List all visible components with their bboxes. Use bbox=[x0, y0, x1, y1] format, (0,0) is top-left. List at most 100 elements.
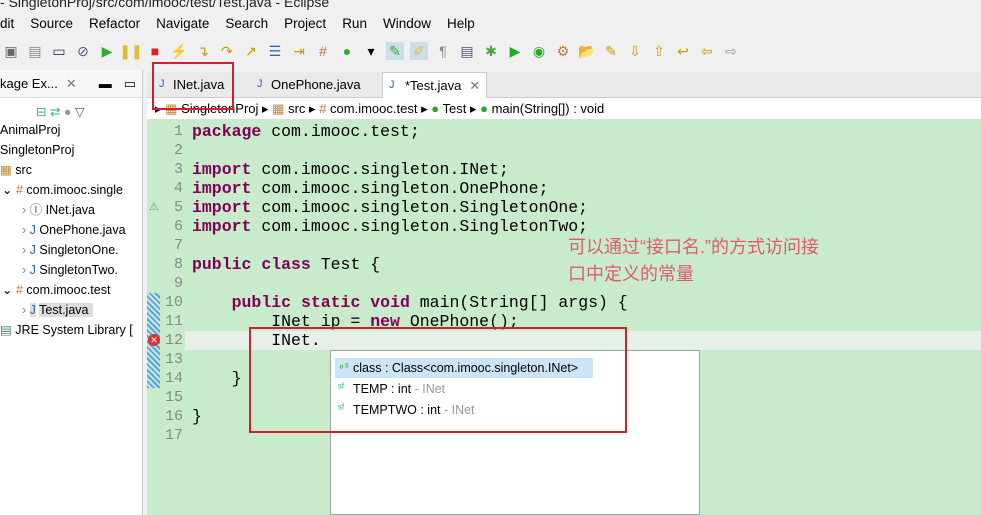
highlight-icon[interactable]: ✐ bbox=[410, 42, 428, 60]
dropdown-icon[interactable]: ▾ bbox=[362, 42, 380, 60]
step-over-icon[interactable]: ↷ bbox=[218, 42, 236, 60]
tree-item-jre[interactable]: ▤ JRE System Library [ bbox=[0, 320, 133, 340]
monitor-icon[interactable]: ▭ bbox=[50, 42, 68, 60]
external-tools-icon[interactable]: ⚙ bbox=[554, 42, 572, 60]
last-edit-icon[interactable]: ↩ bbox=[674, 42, 692, 60]
suspend-icon[interactable]: ❚❚ bbox=[119, 42, 142, 60]
disconnect-icon[interactable]: ⚡ bbox=[170, 42, 188, 60]
source-folder-icon: ▦ bbox=[272, 101, 285, 116]
close-tab-icon[interactable]: ✕ bbox=[469, 78, 480, 93]
line-number: 1 bbox=[173, 123, 183, 140]
menu-search[interactable]: Search bbox=[225, 16, 268, 34]
code-line: public class Test { bbox=[192, 255, 381, 274]
editor-tabs: J INet.java J OnePhone.java J *Test.java ✕ bbox=[147, 72, 981, 98]
chevron-down-icon[interactable]: ⌄ bbox=[2, 283, 12, 297]
line-number: 2 bbox=[173, 142, 183, 159]
tab-onephone[interactable]: J OnePhone.java bbox=[249, 72, 379, 98]
step-return-icon[interactable]: ↗ bbox=[242, 42, 260, 60]
debug-icon[interactable]: ✱ bbox=[482, 42, 500, 60]
back-icon[interactable]: ⇦ bbox=[698, 42, 716, 60]
menu-project[interactable]: Project bbox=[284, 16, 326, 34]
tree-item-package-singleton[interactable]: ⌄ # com.imooc.single bbox=[2, 180, 123, 200]
search-icon[interactable]: ✎ bbox=[602, 42, 620, 60]
line-number: 5 bbox=[173, 199, 183, 216]
chevron-right-icon[interactable]: › bbox=[22, 263, 26, 277]
tree-item-animalproj[interactable]: AnimalProj bbox=[0, 120, 60, 140]
resume-icon[interactable]: ▶ bbox=[98, 42, 116, 60]
breadcrumb-src[interactable]: src bbox=[288, 101, 305, 116]
java-file-icon: J bbox=[29, 223, 36, 237]
new-class-icon[interactable]: ● bbox=[338, 42, 356, 60]
tree-item-src[interactable]: ▦ src bbox=[0, 160, 32, 180]
chevron-right-icon[interactable]: › bbox=[22, 303, 26, 317]
tree-item-singletonone[interactable]: › J SingletonOne. bbox=[22, 240, 119, 260]
chevron-down-icon[interactable]: ⌄ bbox=[2, 183, 12, 197]
forward-icon[interactable]: ⇨ bbox=[722, 42, 740, 60]
package-explorer-header: kage Ex... ✕ ▬ ▭ bbox=[0, 70, 142, 98]
package-icon: # bbox=[15, 183, 23, 197]
tree-item-label: INet.java bbox=[45, 203, 95, 217]
code-line: } bbox=[192, 407, 202, 426]
save-icon[interactable]: ▣ bbox=[2, 42, 20, 60]
save-all-icon[interactable]: ▤ bbox=[26, 42, 44, 60]
tab-label: *Test.java bbox=[405, 78, 462, 93]
line-number: 11 bbox=[164, 313, 183, 330]
tree-item-package-test[interactable]: ⌄ # com.imooc.test bbox=[2, 280, 110, 300]
menu-navigate[interactable]: Navigate bbox=[156, 16, 209, 34]
package-explorer-title: kage Ex... bbox=[0, 76, 58, 91]
show-whitespace-icon[interactable]: ¶ bbox=[434, 42, 452, 60]
java-file-icon: J bbox=[29, 303, 36, 317]
tab-test[interactable]: J *Test.java ✕ bbox=[382, 72, 487, 98]
minimize-icon[interactable]: ▬ bbox=[99, 76, 112, 91]
chevron-right-icon[interactable]: › bbox=[22, 243, 26, 257]
highlight-box-inet-tab bbox=[152, 62, 234, 110]
terminate-icon[interactable]: ■ bbox=[146, 42, 164, 60]
menu-help[interactable]: Help bbox=[447, 16, 475, 34]
prev-annotation-icon[interactable]: ⇧ bbox=[650, 42, 668, 60]
code-line: import com.imooc.singleton.SingletonOne; bbox=[192, 198, 589, 217]
window-title: - SingletonProj/src/com/imooc/test/Test.… bbox=[0, 0, 330, 10]
tree-item-test[interactable]: › J Test.java bbox=[22, 300, 93, 320]
skip-breakpoints-icon[interactable]: ⊘ bbox=[74, 42, 92, 60]
step-into-icon[interactable]: ↴ bbox=[194, 42, 212, 60]
breadcrumb-method[interactable]: main(String[]) : void bbox=[492, 101, 605, 116]
annotation-note: 可以通过“接口名.”的方式访问接 口中定义的常量 bbox=[568, 234, 898, 288]
coverage-icon[interactable]: ◉ bbox=[530, 42, 548, 60]
package-icon: # bbox=[15, 283, 23, 297]
open-type-icon[interactable]: 📂 bbox=[578, 42, 596, 60]
line-number: 14 bbox=[164, 370, 183, 387]
tree-item-inet[interactable]: › Ⓘ INet.java bbox=[22, 200, 95, 220]
block-selection-icon[interactable]: ▤ bbox=[458, 42, 476, 60]
tree-item-label: com.imooc.single bbox=[26, 183, 123, 197]
line-number: 16 bbox=[164, 408, 183, 425]
tree-item-label: SingletonTwo. bbox=[39, 263, 118, 277]
breadcrumb-class[interactable]: Test bbox=[442, 101, 466, 116]
menu-window[interactable]: Window bbox=[383, 16, 431, 34]
tree-item-singletontwo[interactable]: › J SingletonTwo. bbox=[22, 260, 118, 280]
menu-refactor[interactable]: Refactor bbox=[89, 16, 140, 34]
line-number: 6 bbox=[173, 218, 183, 235]
next-annotation-icon[interactable]: ⇩ bbox=[626, 42, 644, 60]
chevron-right-icon[interactable]: › bbox=[22, 203, 26, 217]
line-number: 12 bbox=[164, 332, 183, 349]
close-icon[interactable]: ✕ bbox=[66, 76, 77, 92]
collapse-all-icon[interactable]: ⊟ ⇄ ● ▽ bbox=[36, 102, 85, 122]
menu-source[interactable]: Source bbox=[30, 16, 73, 34]
drop-frame-icon[interactable]: ☰ bbox=[266, 42, 284, 60]
annotation-line: 口中定义的常量 bbox=[568, 264, 694, 284]
breadcrumb-package[interactable]: com.imooc.test bbox=[330, 101, 417, 116]
use-step-filters-icon[interactable]: ⇥ bbox=[290, 42, 308, 60]
menu-run[interactable]: Run bbox=[342, 16, 367, 34]
toggle-mark-occurrences-icon[interactable]: ✎ bbox=[386, 42, 404, 60]
tree-item-onephone[interactable]: › J OnePhone.java bbox=[22, 220, 126, 240]
chevron-right-icon[interactable]: › bbox=[22, 223, 26, 237]
maximize-icon[interactable]: ▭ bbox=[124, 76, 136, 92]
run-icon[interactable]: ▶ bbox=[506, 42, 524, 60]
tree-item-label: src bbox=[15, 163, 32, 177]
interface-file-icon: Ⓘ bbox=[29, 203, 43, 217]
menu-edit[interactable]: dit bbox=[0, 16, 14, 34]
code-line: import com.imooc.singleton.OnePhone; bbox=[192, 179, 549, 198]
new-package-icon[interactable]: # bbox=[314, 42, 332, 60]
menu-bar: dit Source Refactor Navigate Search Proj… bbox=[0, 16, 491, 34]
tree-item-singletonproj[interactable]: SingletonProj bbox=[0, 140, 74, 160]
